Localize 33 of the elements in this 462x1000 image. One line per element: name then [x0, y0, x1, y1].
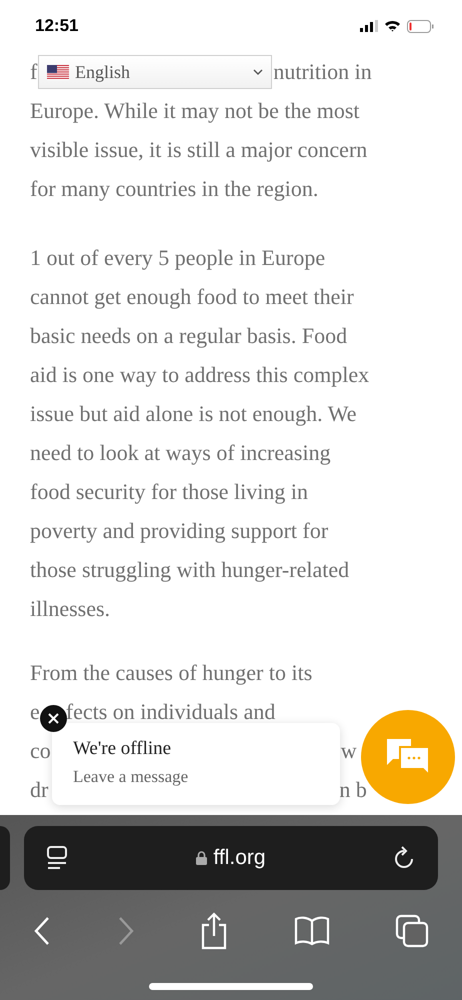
reload-icon	[394, 846, 416, 870]
article-text: fects on individuals and	[66, 698, 276, 726]
back-icon[interactable]	[33, 916, 51, 946]
chevron-down-icon	[253, 69, 263, 75]
close-button[interactable]	[40, 705, 67, 732]
article-text: co	[30, 737, 51, 765]
tabs-icon[interactable]	[395, 914, 429, 948]
reader-icon	[46, 845, 68, 871]
share-icon[interactable]	[200, 912, 228, 950]
wifi-icon	[384, 20, 401, 32]
article-text: nutrition in	[273, 58, 372, 86]
close-icon	[48, 713, 59, 724]
article-text: dr	[30, 776, 48, 804]
url-text: ffl.org	[213, 845, 266, 872]
status-time: 12:51	[35, 15, 78, 38]
language-select[interactable]: English	[38, 55, 272, 89]
popup-title: We're offline	[73, 737, 172, 761]
book-icon[interactable]	[294, 916, 330, 946]
article-text: w	[340, 737, 357, 765]
article-paragraph: Europe. While it may not be the most visible issue, it is still a major concern for many countries in the region.	[30, 97, 368, 203]
lock-icon	[196, 851, 208, 865]
article-paragraph: 1 out of every 5 people in Europe cannot get enough food to meet their basic needs on a regular basis. Food aid is one way to address this complex issue but aid alone is not enough. We need to look at ways of increasing food security for those living in poverty and providing support for those struggling with hunger-related illnesses.	[30, 244, 370, 623]
article-text: f	[30, 58, 38, 86]
article-text: e	[30, 698, 40, 726]
chat-popup[interactable]: We're offline Leave a message	[52, 723, 340, 805]
signal-icon	[360, 20, 378, 32]
article-paragraph: From the causes of hunger to its	[30, 659, 314, 687]
flag-icon	[47, 64, 69, 80]
address-bar[interactable]: ffl.org	[24, 826, 438, 890]
article-text: n b	[339, 776, 367, 804]
tab-edge[interactable]	[0, 826, 10, 890]
battery-icon	[407, 20, 434, 32]
popup-subtitle: Leave a message	[73, 766, 190, 788]
